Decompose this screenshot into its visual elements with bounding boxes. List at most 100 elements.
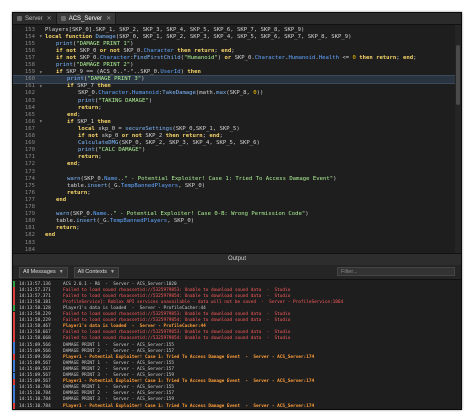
code-line[interactable]: 155 print("DAMAGE PRINT 1") — [13, 40, 455, 47]
code-token: ; — [202, 133, 210, 140]
code-token: print — [56, 40, 73, 47]
code-line[interactable]: 178 — [13, 204, 455, 211]
output-timestamp: 14:15:09.567 — [19, 360, 51, 366]
line-number: 181 — [24, 225, 35, 232]
code-token: return — [67, 189, 88, 196]
editor-scrollbar[interactable] — [455, 25, 461, 253]
output-timestamp: 14:15:09.566 — [19, 348, 51, 354]
code-line[interactable]: 172 end; — [13, 161, 455, 168]
tab-label: ACS_Server — [68, 15, 103, 22]
output-filter-bar: All Messages ▼ All Contexts ▼ Filter... — [13, 265, 461, 280]
code-token: (_G. — [107, 182, 121, 189]
code-token: Humanoid — [131, 90, 159, 97]
code-line[interactable]: 165 end; — [13, 111, 455, 118]
fold-arrow-icon[interactable]: ▾ — [39, 83, 45, 90]
code-token: return — [78, 154, 99, 161]
code-token: " - Potential Exploiter! Case 1: Tried T… — [124, 175, 334, 182]
code-token: ) — [130, 40, 134, 47]
code-line[interactable]: 156 if not SKP_0 or not SKP_0. Character t… — [13, 47, 455, 54]
scrollbar-thumb[interactable] — [456, 45, 460, 105]
code-token: ) — [130, 62, 134, 69]
code-token: Character — [98, 90, 129, 97]
output-timestamp: 14:13:57.371 — [19, 287, 51, 293]
code-token: ) — [217, 54, 225, 61]
code-line[interactable]: 171 return; — [13, 154, 455, 161]
code-line[interactable]: 173 — [13, 168, 455, 175]
script-editor[interactable]: 153 Players[SKP_0].SKP_1, SKP_2, SKP_3, S… — [13, 25, 461, 253]
code-token: or not — [99, 47, 124, 54]
code-line[interactable]: 177 end — [13, 196, 455, 203]
output-filter-input[interactable]: Filter... — [337, 267, 455, 276]
code-line[interactable]: 183 — [13, 239, 455, 246]
code-line[interactable]: 161 ▾ if SKP_7 then — [13, 83, 455, 90]
code-line[interactable]: 179 warn (SKP_0. Name.. " - Potential Exploi… — [13, 211, 455, 218]
output-timestamp: 14:15:10.784 — [19, 397, 51, 403]
code-token: SKP_0. — [234, 54, 255, 61]
code-token: Humanoid — [288, 54, 316, 61]
messages-filter-label: All Messages — [23, 269, 56, 275]
output-message: ACS 2.0.1 - R6 - Server - ACS_Server:102… — [63, 281, 177, 287]
tab-acs-server[interactable]: ACS_Server ✕ — [56, 13, 117, 24]
code-line[interactable]: 169 CalculateDMG (SKP_0, SKP_2, SKP_3, SKP… — [13, 140, 455, 147]
tab-label: Server — [25, 15, 43, 22]
output-line[interactable]: 14:15:10.784 Player1 - Potential Exploite… — [13, 403, 461, 409]
tab-server[interactable]: Server ✕ — [13, 13, 57, 24]
code-line[interactable]: 163 print("TAKING DAMAGE") — [13, 97, 455, 104]
chevron-down-icon: ▼ — [58, 269, 64, 275]
line-number: 180 — [24, 218, 35, 225]
code-line[interactable]: 157 if not SKP_0. Character: FindFirstChild… — [13, 54, 455, 61]
code-line[interactable]: 153 Players[SKP_0].SKP_1, SKP_2, SKP_3, S… — [13, 26, 455, 33]
contexts-filter-label: All Contexts — [77, 269, 108, 275]
contexts-filter-dropdown[interactable]: All Contexts ▼ — [73, 266, 119, 278]
code-token: skp_0 — [101, 133, 122, 140]
code-line[interactable]: 167 local skp_0 = secureSettings (SKP_0,SK… — [13, 125, 455, 132]
close-icon[interactable]: ✕ — [47, 15, 52, 22]
output-timestamp: 14:15:09.566 — [19, 354, 51, 360]
output-log[interactable]: 14:13:57.136 ACS 2.0.1 - R6 - Server - AC… — [13, 280, 461, 409]
output-timestamp: 14:13:58.667 — [19, 330, 51, 336]
output-message: Failed to load sound rbxassetid://532597… — [63, 293, 291, 299]
code-token: (SKP_0. — [69, 211, 94, 218]
code-token: .. — [106, 211, 114, 218]
code-token: , SKP_0) — [167, 218, 195, 225]
messages-filter-dropdown[interactable]: All Messages ▼ — [19, 266, 68, 278]
close-icon[interactable]: ✕ — [106, 15, 111, 22]
code-line[interactable]: 168 if not skp_0 or not SKP_2 then return… — [13, 133, 455, 140]
code-token: if — [67, 83, 78, 90]
code-token: SKP_1 — [77, 118, 98, 125]
code-line[interactable]: 158 print("DAMAGE PRINT 2") — [13, 62, 455, 69]
code-token: ; — [98, 104, 102, 111]
code-line[interactable]: 164 return; — [13, 104, 455, 111]
output-timestamp: 14:15:09.567 — [19, 366, 51, 372]
code-line[interactable]: 159 ▾ if SKP_9 == (ACS_0.."-"..SKP_0. UserI… — [13, 69, 455, 76]
fold-arrow-icon[interactable]: ▾ — [39, 118, 45, 125]
code-token: " - Potential Exploiter! Case 0-B: Wrong… — [113, 211, 306, 218]
code-token: FindFirstChild — [133, 54, 181, 61]
code-line[interactable]: 154 ▾ local function Damage (SKP_0, SKP_1, … — [13, 33, 455, 40]
code-token: ) — [180, 69, 188, 76]
code-token: ; — [219, 133, 223, 140]
output-timestamp: 14:15:09.567 — [19, 379, 51, 385]
line-number: 172 — [24, 161, 35, 168]
code-line[interactable]: 176 return; — [13, 189, 455, 196]
code-token: then return — [177, 47, 215, 54]
code-token: local — [78, 125, 99, 132]
code-line[interactable]: 180 table. insert (_G. TempBannedPlayers, SK… — [13, 218, 455, 225]
line-number: 177 — [24, 196, 35, 203]
code-line[interactable]: 181 return; — [13, 225, 455, 232]
code-line[interactable]: 174 warn (SKP_0. Name.. " - Potential Exploi… — [13, 175, 455, 182]
code-token: "CALC DAMAGE" — [98, 147, 142, 154]
code-line[interactable]: 160 print("DAMAGE PRINT 3") — [13, 74, 456, 84]
code-line[interactable]: 166 ▾ if SKP_1 then — [13, 118, 455, 125]
code-line[interactable]: 175 table. insert (_G. TempBannedPlayers, SK… — [13, 182, 455, 189]
code-token: print — [67, 76, 84, 83]
code-line[interactable]: 170 print("CALC DAMAGE") — [13, 147, 455, 154]
output-message: DAMAGE PRINT 3 - Server - ACS_Server:159 — [63, 373, 175, 379]
code-line[interactable]: 162 SKP_0. Character. Humanoid: TakeDamage (m… — [13, 90, 455, 97]
code-token: (SKP_0,SKP_1, SKP_5) — [172, 125, 240, 132]
line-number: 168 — [24, 133, 35, 140]
fold-arrow-icon[interactable]: ▾ — [39, 69, 45, 76]
code-line[interactable]: 182 end — [13, 232, 455, 239]
output-message: DAMAGE PRINT 2 - Server - ACS_Server:157 — [63, 391, 175, 397]
code-token: return — [78, 104, 99, 111]
